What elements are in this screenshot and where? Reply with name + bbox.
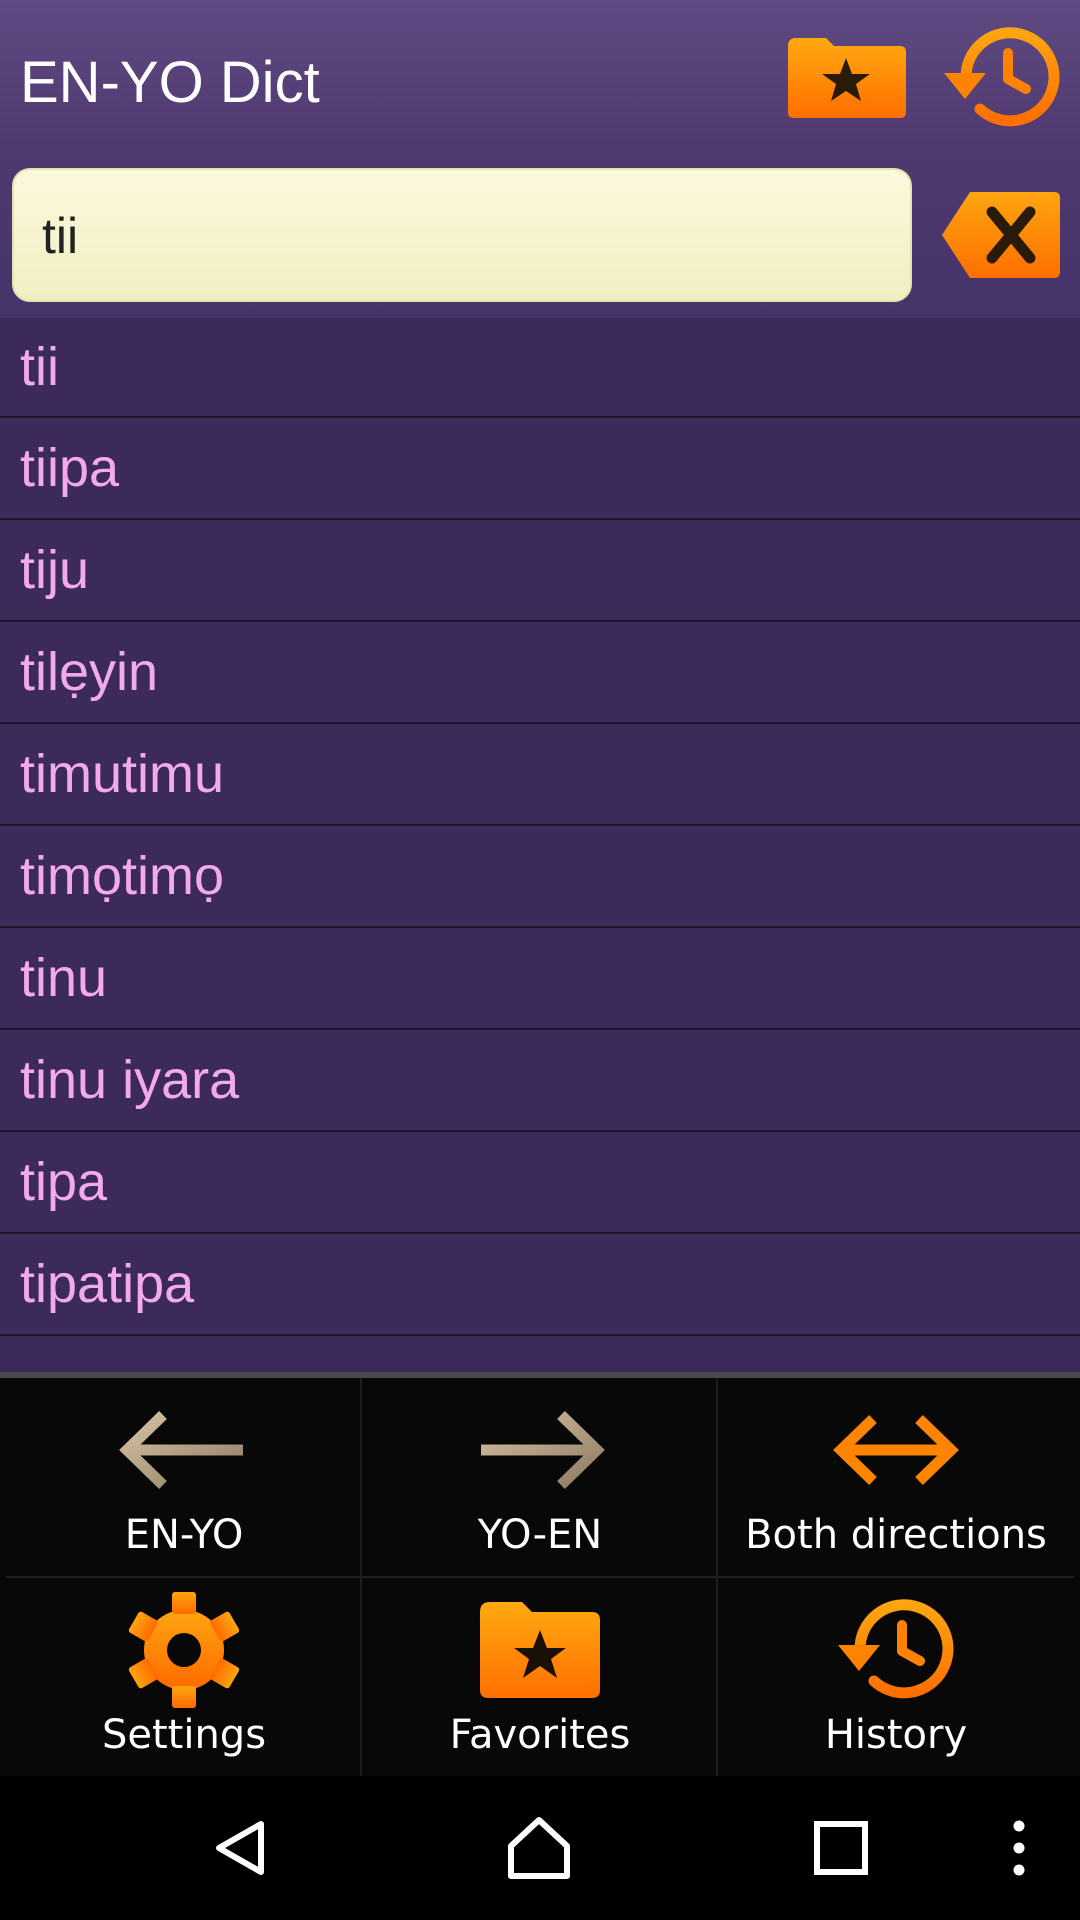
recents-button[interactable] [786,1798,896,1898]
star-folder-icon [480,1602,600,1698]
back-icon [216,1821,264,1875]
both-directions-label: Both directions [745,1512,1047,1558]
back-button[interactable] [186,1798,296,1898]
settings-label: Settings [101,1712,267,1758]
list-item[interactable]: tipatipa [0,1234,1080,1336]
list-item[interactable]: timutimu [0,724,1080,826]
search-box [12,168,912,302]
app-title: EN-YO Dict [20,50,320,115]
more-vert-icon [1013,1820,1025,1876]
settings-button[interactable]: Settings [6,1578,362,1776]
history-clock-icon [944,27,1060,127]
list-item[interactable]: tilẹyin [0,622,1080,724]
header: EN-YO Dict [0,0,1080,318]
backspace-clear-icon [942,192,1060,278]
list-item[interactable]: tiju [0,520,1080,622]
arrow-left-icon [119,1411,243,1489]
list-item[interactable]: tinu [0,928,1080,1030]
yo-en-label: YO-EN [477,1512,603,1558]
yo-en-button[interactable]: YO-EN [362,1378,718,1576]
clear-search-button[interactable] [938,186,1066,284]
gear-icon [128,1592,240,1708]
both-directions-button[interactable]: Both directions [718,1378,1074,1576]
overflow-menu-button[interactable] [964,1798,1074,1898]
arrow-right-icon [481,1411,605,1489]
list-item[interactable]: tiipa [0,418,1080,520]
recents-icon [814,1821,868,1875]
arrow-both-icon [833,1415,959,1485]
list-item[interactable]: timọtimọ [0,826,1080,928]
android-nav-bar [0,1776,1080,1920]
list-item[interactable]: tii [0,318,1080,418]
search-input[interactable] [42,196,882,276]
history-button[interactable]: History [718,1578,1074,1776]
list-item[interactable]: tipa [0,1132,1080,1234]
en-yo-button[interactable]: EN-YO [6,1378,362,1576]
list-item[interactable]: tinu iyara [0,1030,1080,1132]
en-yo-label: EN-YO [124,1512,244,1558]
history-clock-icon [838,1599,954,1699]
home-icon [508,1817,570,1879]
favorites-button[interactable]: Favorites [362,1578,718,1776]
results-list: tii tiipa tiju tilẹyin timutimu timọtimọ… [0,318,1080,1374]
history-label: History [824,1712,968,1758]
favorites-label: Favorites [449,1712,631,1758]
history-header-button[interactable] [938,22,1066,134]
favorites-header-button[interactable] [782,22,910,134]
home-button[interactable] [484,1798,594,1898]
bottom-panel: EN-YO YO-EN Both directions Settings Fav… [0,1378,1080,1776]
app-root: EN-YO Dict tii tii tiipa tiju tilẹyin ti… [0,0,1080,1920]
star-folder-icon [788,38,906,118]
